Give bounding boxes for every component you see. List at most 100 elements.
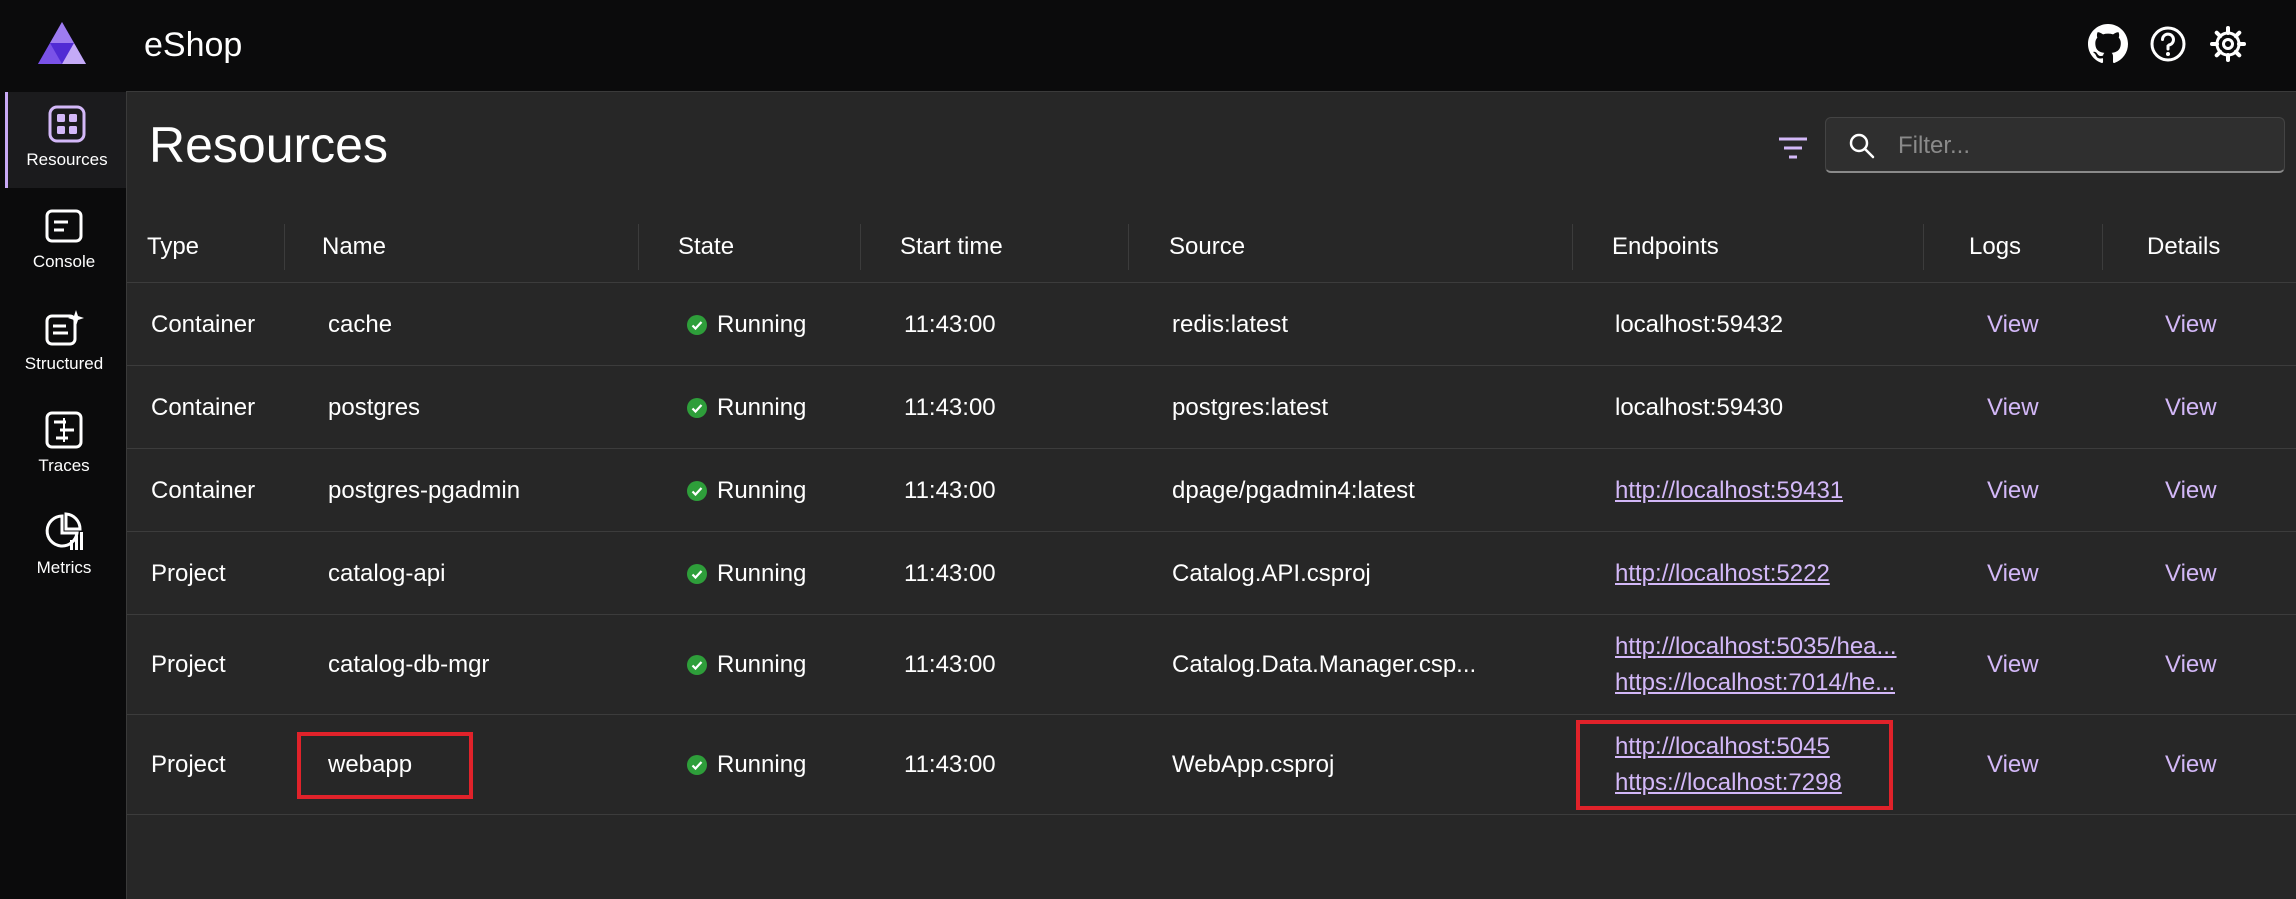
column-divider[interactable] xyxy=(638,224,639,270)
nav-label-metrics: Metrics xyxy=(36,558,92,577)
nav-label-console: Console xyxy=(32,252,96,271)
nav-label-resources: Resources xyxy=(26,150,108,169)
table-row[interactable]: Project catalog-api Running 11:43:00 Cat… xyxy=(127,532,2296,615)
column-divider[interactable] xyxy=(1572,224,1573,270)
column-divider[interactable] xyxy=(2102,224,2103,270)
nav-label-structured: Structured xyxy=(24,354,104,373)
nav-item-structured[interactable]: Structured xyxy=(5,296,123,392)
view-details-link[interactable]: View xyxy=(2165,311,2217,339)
endpoint-link[interactable]: http://localhost:5045 xyxy=(1615,733,1830,761)
metrics-icon xyxy=(45,512,83,550)
column-header-start-time[interactable]: Start time xyxy=(900,212,1003,282)
state-label: Running xyxy=(717,477,807,504)
endpoint-link[interactable]: https://localhost:7014/he... xyxy=(1615,669,1895,697)
state-label: Running xyxy=(717,751,807,778)
running-check-icon xyxy=(687,564,707,584)
view-logs-link[interactable]: View xyxy=(1987,394,2039,422)
column-divider[interactable] xyxy=(860,224,861,270)
running-check-icon xyxy=(687,398,707,418)
view-details-link[interactable]: View xyxy=(2165,560,2217,588)
running-check-icon xyxy=(687,655,707,675)
resource-name: catalog-db-mgr xyxy=(328,651,490,678)
state-label: Running xyxy=(717,560,807,587)
start-time: 11:43:00 xyxy=(904,394,996,421)
console-icon xyxy=(45,209,83,243)
endpoint-link[interactable]: https://localhost:7298 xyxy=(1615,769,1842,797)
resource-state: Running xyxy=(686,651,806,679)
resource-type: Project xyxy=(151,651,226,678)
resource-name: webapp xyxy=(328,751,413,778)
help-icon[interactable] xyxy=(2148,24,2188,64)
column-divider[interactable] xyxy=(284,224,285,270)
endpoint-link[interactable]: http://localhost:5035/hea... xyxy=(1615,633,1897,661)
table-row[interactable]: Container postgres-pgadmin Running 11:43… xyxy=(127,449,2296,532)
running-check-icon xyxy=(687,755,707,775)
resource-source: redis:latest xyxy=(1172,311,1289,338)
resource-type: Container xyxy=(151,394,256,421)
settings-icon[interactable] xyxy=(2208,24,2248,64)
resource-source: Catalog.Data.Manager.csp... xyxy=(1172,651,1477,678)
resource-name: postgres-pgadmin xyxy=(328,477,521,504)
table-row[interactable]: Project catalog-db-mgr Running 11:43:00 … xyxy=(127,615,2296,715)
resource-state: Running xyxy=(686,751,806,779)
column-header-name[interactable]: Name xyxy=(322,212,386,282)
nav-item-resources[interactable]: Resources xyxy=(5,92,126,188)
nav-label-traces: Traces xyxy=(38,456,90,475)
search-input[interactable] xyxy=(1896,126,2270,166)
resource-name: catalog-api xyxy=(328,560,446,587)
resource-type: Project xyxy=(151,560,226,587)
start-time: 11:43:00 xyxy=(904,311,996,338)
view-details-link[interactable]: View xyxy=(2165,477,2217,505)
resources-icon xyxy=(48,105,86,143)
nav-item-metrics[interactable]: Metrics xyxy=(5,500,123,596)
table-row[interactable]: Container cache Running 11:43:00 redis:l… xyxy=(127,283,2296,366)
table-row[interactable]: Project webapp Running 11:43:00 WebApp.c… xyxy=(127,715,2296,815)
column-header-source[interactable]: Source xyxy=(1169,212,1245,282)
view-logs-link[interactable]: View xyxy=(1987,560,2039,588)
endpoint-link[interactable]: http://localhost:59431 xyxy=(1615,477,1843,505)
state-label: Running xyxy=(717,394,807,421)
traces-icon xyxy=(45,411,83,449)
search-field[interactable] xyxy=(1825,117,2285,173)
view-logs-link[interactable]: View xyxy=(1987,477,2039,505)
resource-type: Project xyxy=(151,751,226,778)
view-logs-link[interactable]: View xyxy=(1987,751,2039,779)
resources-table: Type Name State Start time Source Endpoi… xyxy=(127,212,2296,815)
resource-source: Catalog.API.csproj xyxy=(1172,560,1371,587)
resource-state: Running xyxy=(686,394,806,422)
github-icon[interactable] xyxy=(2088,24,2128,64)
nav-item-traces[interactable]: Traces xyxy=(5,398,123,494)
view-details-link[interactable]: View xyxy=(2165,751,2217,779)
view-logs-link[interactable]: View xyxy=(1987,311,2039,339)
column-header-endpoints[interactable]: Endpoints xyxy=(1612,212,1719,282)
resource-state: Running xyxy=(686,477,806,505)
aspire-logo-icon[interactable] xyxy=(36,20,88,66)
filter-icon[interactable] xyxy=(1773,128,1813,168)
resource-source: postgres:latest xyxy=(1172,394,1329,421)
resource-state: Running xyxy=(686,311,806,339)
column-divider[interactable] xyxy=(1923,224,1924,270)
view-logs-link[interactable]: View xyxy=(1987,651,2039,679)
resource-source: WebApp.csproj xyxy=(1172,751,1335,778)
resource-type: Container xyxy=(151,311,256,338)
resource-name: cache xyxy=(328,311,393,338)
nav-item-console[interactable]: Console xyxy=(5,194,123,290)
structured-icon xyxy=(45,310,84,346)
table-row[interactable]: Container postgres Running 11:43:00 post… xyxy=(127,366,2296,449)
table-header: Type Name State Start time Source Endpoi… xyxy=(127,212,2296,283)
column-header-details[interactable]: Details xyxy=(2147,212,2220,282)
start-time: 11:43:00 xyxy=(904,651,996,678)
column-header-type[interactable]: Type xyxy=(147,212,199,282)
view-details-link[interactable]: View xyxy=(2165,394,2217,422)
column-header-state[interactable]: State xyxy=(678,212,734,282)
view-details-link[interactable]: View xyxy=(2165,651,2217,679)
endpoint-text: localhost:59432 xyxy=(1615,311,1784,338)
column-header-logs[interactable]: Logs xyxy=(1969,212,2021,282)
resource-name: postgres xyxy=(328,394,421,421)
top-header: eShop xyxy=(124,0,2296,91)
app-title[interactable]: eShop xyxy=(144,26,242,65)
main-panel: Resources Type Name State Start time Sou… xyxy=(126,91,2296,899)
start-time: 11:43:00 xyxy=(904,751,996,778)
endpoint-link[interactable]: http://localhost:5222 xyxy=(1615,560,1830,588)
column-divider[interactable] xyxy=(1128,224,1129,270)
